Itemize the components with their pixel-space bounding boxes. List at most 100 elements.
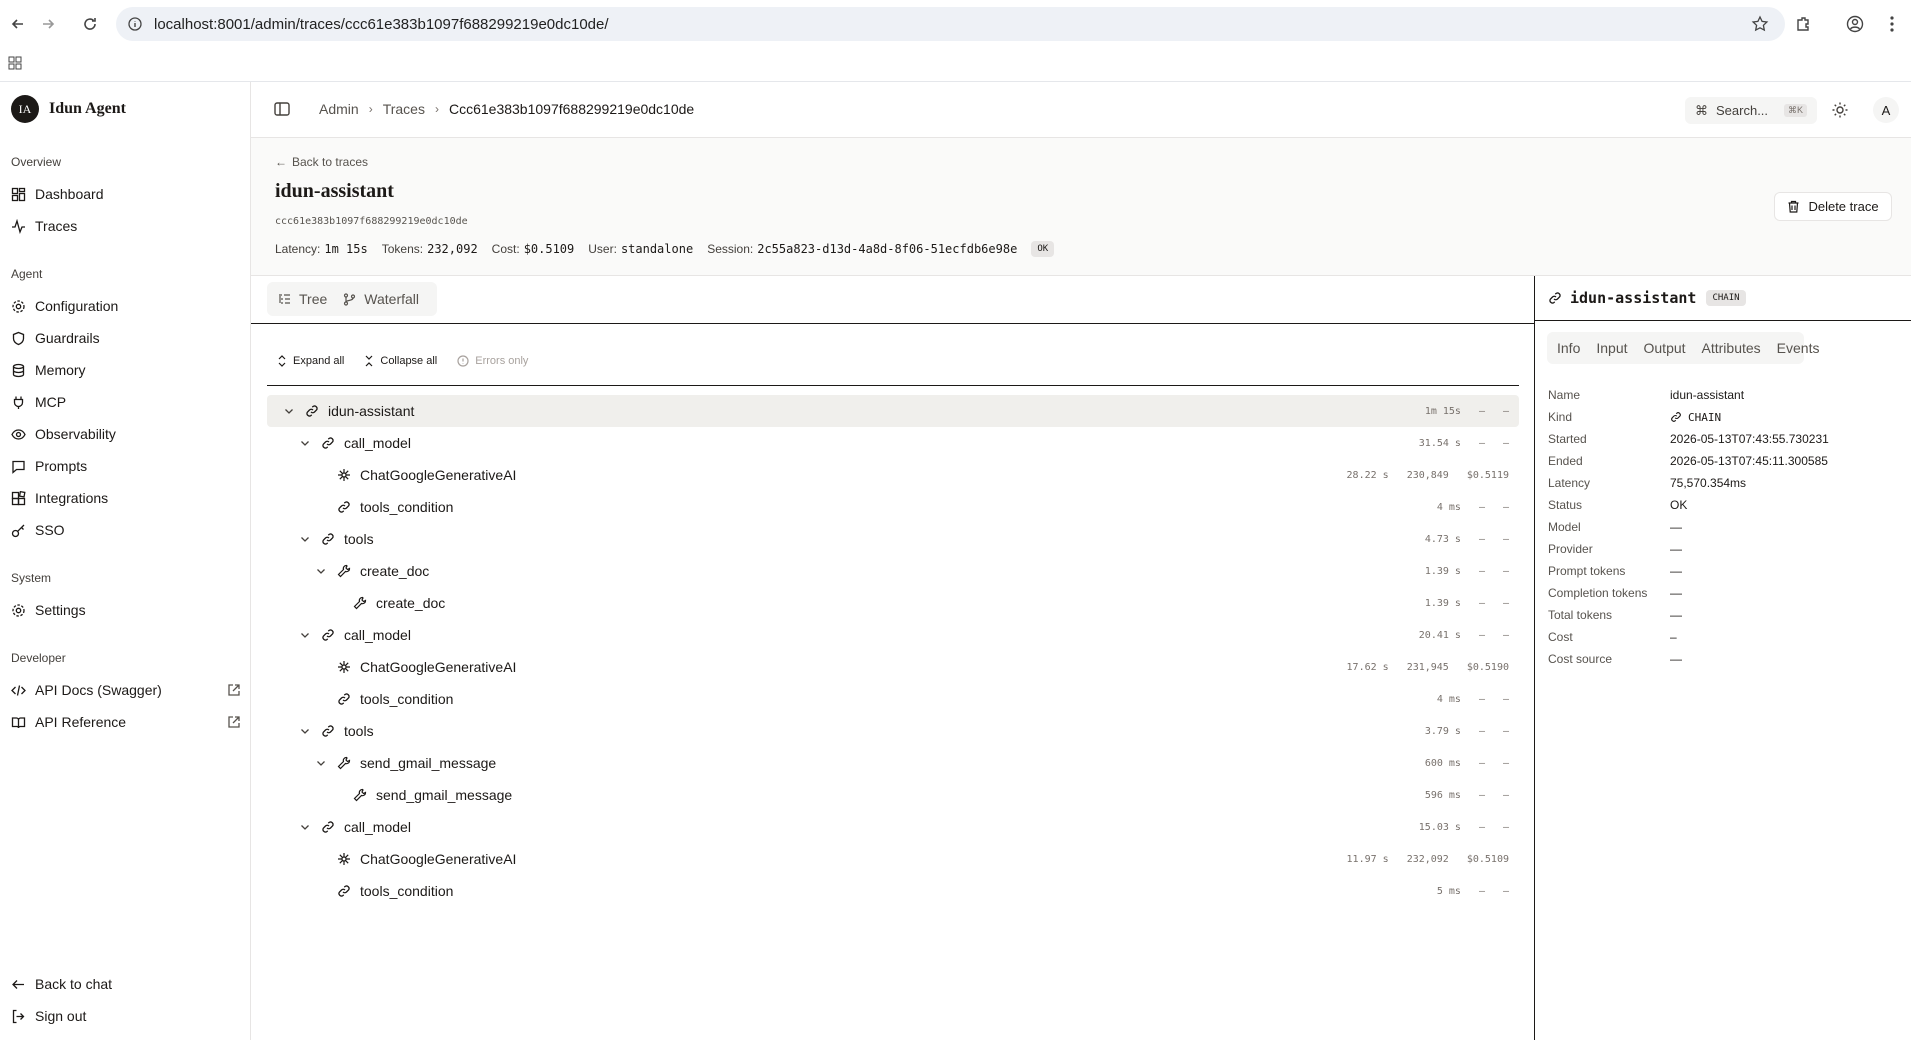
sidebar-item-api-reference[interactable]: API Reference: [11, 708, 241, 736]
tab-output[interactable]: Output: [1644, 340, 1686, 356]
sidebar-item-traces[interactable]: Traces: [11, 212, 241, 240]
gear-icon: [12, 603, 25, 617]
extensions-icon[interactable]: [1791, 12, 1815, 36]
chevron-down-icon[interactable]: [299, 533, 311, 545]
span-tokens: –: [1478, 693, 1485, 705]
avatar[interactable]: A: [1873, 97, 1899, 123]
brand[interactable]: IA Idun Agent: [11, 95, 126, 123]
book-open-icon: [11, 716, 26, 728]
info-key: Cost: [1548, 630, 1573, 644]
chevron-down-icon[interactable]: [299, 629, 311, 641]
sidebar-item-guardrails[interactable]: Guardrails: [11, 324, 241, 352]
sidebar-item-dashboard[interactable]: Dashboard: [11, 180, 241, 208]
expand-all-button[interactable]: Expand all: [277, 355, 344, 367]
span-name: tools_condition: [360, 691, 454, 707]
span-tokens: 230,849: [1406, 469, 1449, 481]
sidebar-item-mcp[interactable]: MCP: [11, 388, 241, 416]
reload-icon[interactable]: [78, 12, 102, 36]
link-icon: [322, 629, 334, 641]
chevron-down-icon[interactable]: [283, 405, 295, 417]
errors-only-toggle[interactable]: Errors only: [457, 355, 528, 367]
link-icon: [338, 693, 350, 705]
chevron-down-icon[interactable]: [299, 437, 311, 449]
collapse-all-button[interactable]: Collapse all: [364, 355, 437, 367]
span-latency: 15.03 s: [1418, 821, 1461, 833]
breadcrumb-traces[interactable]: Traces: [383, 101, 425, 117]
tree-row[interactable]: call_model 15.03 s – –: [267, 811, 1519, 843]
sidebar-item-label: Sign out: [35, 1008, 87, 1024]
tree-row[interactable]: tools_condition 5 ms – –: [267, 875, 1519, 907]
tree-row[interactable]: ChatGoogleGenerativeAI 17.62 s 231,945 $0.5…: [267, 651, 1519, 683]
chevron-down-icon[interactable]: [315, 565, 327, 577]
tab-input[interactable]: Input: [1596, 340, 1627, 356]
bookmark-star-icon[interactable]: [1751, 15, 1769, 38]
span-tokens: –: [1478, 405, 1485, 417]
tab-attributes[interactable]: Attributes: [1702, 340, 1761, 356]
span-cost: –: [1502, 501, 1509, 513]
chevrons-up-down-icon: [278, 355, 286, 367]
breadcrumb-admin[interactable]: Admin: [319, 101, 359, 117]
tree-row[interactable]: idun-assistant 1m 15s – –: [267, 395, 1519, 427]
forward-arrow-icon[interactable]: [36, 12, 60, 36]
sidebar-item-sso[interactable]: SSO: [11, 516, 241, 544]
search-button[interactable]: ⌘ Search... ⌘K: [1685, 97, 1817, 124]
back-arrow-icon[interactable]: [6, 12, 30, 36]
tokens-label: Tokens:: [381, 242, 424, 256]
errors-only-label: Errors only: [475, 355, 529, 367]
view-tabs: Tree Waterfall: [267, 282, 437, 316]
sidebar-item-configuration[interactable]: Configuration: [11, 292, 241, 320]
sidebar-item-memory[interactable]: Memory: [11, 356, 241, 384]
sun-icon[interactable]: [1831, 101, 1849, 119]
info-key: Model: [1548, 520, 1581, 534]
log-out-icon: [12, 1009, 25, 1023]
sidebar-item-settings[interactable]: Settings: [11, 596, 241, 624]
chevron-down-icon[interactable]: [299, 821, 311, 833]
address-bar[interactable]: localhost:8001/admin/traces/ccc61e383b10…: [116, 7, 1785, 41]
sidebar-item-integrations[interactable]: Integrations: [11, 484, 241, 512]
span-tree: idun-assistant 1m 15s – – call_model 31.54 s –…: [267, 395, 1519, 907]
profile-icon[interactable]: [1843, 12, 1867, 36]
field-value: –: [1670, 630, 1677, 644]
sidebar-item-api-docs[interactable]: API Docs (Swagger): [11, 676, 241, 704]
tab-waterfall[interactable]: Waterfall: [335, 285, 427, 313]
tree-row[interactable]: create_doc 1.39 s – –: [267, 587, 1519, 619]
detail-tabs: Info Input Output Attributes Events: [1547, 332, 1819, 364]
tree-row[interactable]: tools 3.79 s – –: [267, 715, 1519, 747]
blocks-icon: [11, 490, 26, 505]
chevron-down-icon[interactable]: [315, 757, 327, 769]
tree-row[interactable]: call_model 31.54 s – –: [267, 427, 1519, 459]
tab-events[interactable]: Events: [1777, 340, 1820, 356]
delete-trace-button[interactable]: Delete trace: [1774, 192, 1892, 221]
tree-row[interactable]: ChatGoogleGenerativeAI 28.22 s 230,849 $0.5…: [267, 459, 1519, 491]
tree-row[interactable]: tools_condition 4 ms – –: [267, 683, 1519, 715]
tab-info[interactable]: Info: [1557, 340, 1580, 356]
field-value: 2026-05-13T07:43:55.730231: [1670, 432, 1829, 446]
span-name: call_model: [344, 435, 411, 451]
tree-row[interactable]: call_model 20.41 s – –: [267, 619, 1519, 651]
sign-out-button[interactable]: Sign out: [11, 1002, 241, 1030]
apps-grid-icon[interactable]: [8, 56, 22, 75]
tree-row[interactable]: send_gmail_message 600 ms – –: [267, 747, 1519, 779]
tree-row[interactable]: send_gmail_message 596 ms – –: [267, 779, 1519, 811]
link-icon: [1549, 292, 1561, 304]
back-to-traces-link[interactable]: ← Back to traces: [275, 155, 368, 169]
sidebar-item-observability[interactable]: Observability: [11, 420, 241, 448]
info-row: Cost source —: [1548, 648, 1898, 670]
divider: [251, 323, 1535, 324]
browser-menu-icon[interactable]: [1880, 12, 1904, 36]
chevron-down-icon[interactable]: [299, 725, 311, 737]
span-name: idun-assistant: [328, 403, 415, 419]
field-value: 2026-05-13T07:45:11.300585: [1670, 454, 1828, 468]
panel-left-icon[interactable]: [273, 100, 291, 118]
span-name: ChatGoogleGenerativeAI: [360, 467, 517, 483]
tree-row[interactable]: tools_condition 4 ms – –: [267, 491, 1519, 523]
link-icon: [338, 501, 350, 513]
site-info-icon[interactable]: [128, 17, 142, 31]
span-stats: 600 ms – –: [1407, 747, 1509, 779]
sidebar-item-prompts[interactable]: Prompts: [11, 452, 241, 480]
tab-tree[interactable]: Tree: [270, 285, 335, 313]
back-to-chat-link[interactable]: Back to chat: [11, 970, 241, 998]
tree-row[interactable]: create_doc 1.39 s – –: [267, 555, 1519, 587]
tree-row[interactable]: tools 4.73 s – –: [267, 523, 1519, 555]
tree-row[interactable]: ChatGoogleGenerativeAI 11.97 s 232,092 $0.5…: [267, 843, 1519, 875]
